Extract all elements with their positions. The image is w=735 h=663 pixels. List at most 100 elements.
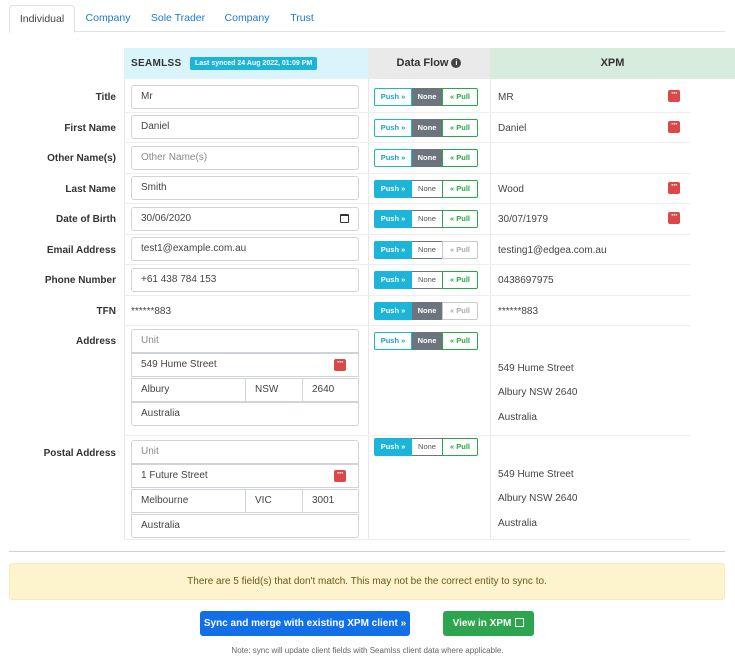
push-button[interactable]: Push »	[374, 210, 412, 228]
pull-button[interactable]: « Pull	[442, 210, 478, 228]
address-street-value: 549 Hume Street	[141, 359, 217, 370]
row-divider	[124, 234, 690, 235]
push-button[interactable]: Push »	[374, 180, 412, 198]
phone-input[interactable]: +61 438 784 153	[131, 268, 359, 292]
none-button[interactable]: None	[412, 210, 442, 228]
none-button[interactable]: None	[412, 88, 442, 106]
xpm-email-value: testing1@edgea.com.au	[498, 245, 607, 256]
row-divider	[124, 325, 690, 326]
first-name-input[interactable]: Daniel	[131, 115, 359, 139]
postal-street-input[interactable]: 1 Future Street	[131, 464, 359, 488]
row-divider	[124, 435, 690, 436]
tab-individual[interactable]: Individual	[9, 5, 75, 33]
postal-unit-input[interactable]: Unit	[131, 440, 359, 464]
xpm-column-header: XPM	[490, 48, 735, 79]
postal-address-flow-toggle: Push » None « Pull	[374, 438, 481, 456]
row-divider	[124, 539, 690, 540]
email-label: Email Address	[46, 245, 116, 256]
pull-button[interactable]: « Pull	[442, 119, 478, 137]
last-name-input[interactable]: Smith	[131, 176, 359, 200]
push-button[interactable]: Push »	[374, 332, 412, 350]
none-button[interactable]: None	[412, 119, 442, 137]
postal-country-input[interactable]: Australia	[131, 514, 359, 538]
mismatch-dots-icon[interactable]: ···	[668, 211, 680, 224]
mismatch-warning-alert: There are 5 field(s) that don't match. T…	[9, 563, 725, 600]
pull-button[interactable]: « Pull	[442, 332, 478, 350]
postal-address-label: Postal Address	[43, 448, 116, 459]
phone-flow-toggle: Push » None « Pull	[374, 271, 481, 289]
mismatch-dots-icon[interactable]: ···	[668, 89, 680, 102]
push-button[interactable]: Push »	[374, 271, 412, 289]
postal-state-input[interactable]: VIC	[245, 489, 303, 513]
address-label: Address	[75, 336, 116, 347]
row-divider	[124, 264, 690, 265]
date-of-birth-value: 30/06/2020	[141, 213, 192, 224]
tfn-label: TFN	[96, 306, 116, 317]
other-names-input[interactable]: Other Name(s)	[131, 146, 359, 170]
last-synced-badge: Last synced 24 Aug 2022, 01:09 PM	[190, 57, 318, 70]
none-button[interactable]: None	[412, 332, 442, 350]
address-street-input[interactable]: 549 Hume Street	[131, 353, 359, 377]
row-divider	[124, 295, 690, 296]
tab-company-2[interactable]: Company	[217, 5, 277, 32]
address-postcode-input[interactable]: 2640	[302, 378, 359, 402]
none-button[interactable]: None	[412, 438, 442, 456]
pull-button[interactable]: « Pull	[442, 149, 478, 167]
row-divider	[124, 142, 690, 143]
address-suburb-input[interactable]: Albury	[131, 378, 246, 402]
view-in-xpm-button[interactable]: View in XPM	[443, 611, 534, 636]
title-flow-toggle: Push » None « Pull	[374, 88, 481, 106]
push-button[interactable]: Push »	[374, 438, 412, 456]
data-flow-header: Data Flow i	[368, 48, 490, 79]
xpm-first-name-value: Daniel	[498, 123, 527, 134]
none-button[interactable]: None	[412, 271, 442, 289]
address-unit-input[interactable]: Unit	[131, 329, 359, 353]
none-button[interactable]: None	[412, 241, 442, 259]
pull-button[interactable]: « Pull	[442, 241, 478, 259]
mismatch-dots-icon[interactable]: ···	[334, 469, 346, 482]
none-button[interactable]: None	[412, 180, 442, 198]
xpm-tfn-value: ******883	[498, 306, 539, 317]
pull-button[interactable]: « Pull	[442, 438, 478, 456]
row-divider	[124, 203, 690, 204]
none-button[interactable]: None	[412, 302, 442, 320]
entity-tabs: Individual Company Sole Trader Company T…	[9, 5, 725, 33]
date-of-birth-input[interactable]: 30/06/2020	[131, 207, 359, 231]
address-state-input[interactable]: NSW	[245, 378, 303, 402]
email-input[interactable]: test1@example.com.au	[131, 237, 359, 261]
pull-button[interactable]: « Pull	[442, 88, 478, 106]
mismatch-dots-icon[interactable]: ···	[668, 120, 680, 133]
tfn-flow-toggle: Push » None « Pull	[374, 302, 481, 320]
pull-button[interactable]: « Pull	[442, 271, 478, 289]
address-country-input[interactable]: Australia	[131, 402, 359, 426]
pull-button[interactable]: « Pull	[442, 302, 478, 320]
data-flow-label: Data Flow	[396, 57, 449, 69]
column-divider	[490, 79, 491, 539]
seamlss-brand: SEAMLSS	[131, 58, 182, 69]
tab-trust[interactable]: Trust	[283, 5, 321, 32]
push-button[interactable]: Push »	[374, 119, 412, 137]
info-icon[interactable]: i	[451, 58, 462, 68]
mismatch-dots-icon[interactable]: ···	[334, 358, 346, 371]
push-button[interactable]: Push »	[374, 149, 412, 167]
tab-sole-trader[interactable]: Sole Trader	[145, 5, 211, 32]
xpm-address-line: Albury NSW 2640	[498, 387, 578, 398]
sync-merge-button[interactable]: Sync and merge with existing XPM client …	[200, 611, 410, 636]
postal-suburb-input[interactable]: Melbourne	[131, 489, 246, 513]
push-button[interactable]: Push »	[374, 302, 412, 320]
none-button[interactable]: None	[412, 149, 442, 167]
xpm-phone-value: 0438697975	[498, 275, 554, 286]
row-divider	[124, 173, 690, 174]
mismatch-dots-icon[interactable]: ···	[668, 181, 680, 194]
tab-company[interactable]: Company	[79, 5, 137, 32]
postal-postcode-input[interactable]: 3001	[302, 489, 359, 513]
section-divider	[9, 551, 725, 552]
push-button[interactable]: Push »	[374, 88, 412, 106]
view-in-xpm-label: View in XPM	[452, 618, 512, 629]
title-input[interactable]: Mr	[131, 85, 359, 109]
xpm-date-of-birth-value: 30/07/1979	[498, 214, 549, 225]
calendar-icon[interactable]	[340, 214, 349, 223]
pull-button[interactable]: « Pull	[442, 180, 478, 198]
push-button[interactable]: Push »	[374, 241, 412, 259]
xpm-address-line: Australia	[498, 412, 537, 423]
